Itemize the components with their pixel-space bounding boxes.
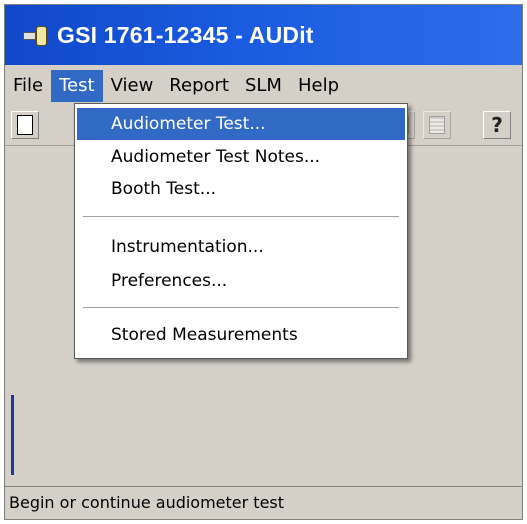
menu-item-audiometer-test-notes[interactable]: Audiometer Test Notes...: [77, 141, 405, 173]
menu-file[interactable]: File: [5, 70, 51, 102]
menu-separator: [83, 307, 399, 308]
menu-test[interactable]: Test: [51, 70, 103, 102]
new-file-button[interactable]: [11, 111, 39, 139]
window-title: GSI 1761-12345 - AUDit: [57, 21, 314, 48]
app-window: GSI 1761-12345 - AUDit File Test View Re…: [4, 4, 523, 520]
menu-separator: [83, 216, 399, 217]
status-text: Begin or continue audiometer test: [9, 493, 285, 512]
new-page-icon: [17, 115, 33, 135]
menu-item-stored-measurements[interactable]: Stored Measurements: [77, 319, 405, 351]
help-button[interactable]: ?: [483, 111, 511, 139]
question-mark-icon: ?: [491, 113, 503, 137]
status-bar: Begin or continue audiometer test: [5, 486, 522, 519]
menu-item-audiometer-test[interactable]: Audiometer Test...: [77, 108, 405, 140]
menu-item-booth-test[interactable]: Booth Test...: [77, 173, 405, 205]
grid-icon: [429, 116, 445, 134]
left-divider: [11, 395, 14, 475]
menu-item-preferences[interactable]: Preferences...: [77, 265, 405, 297]
menu-help[interactable]: Help: [290, 70, 347, 102]
toolbar-button-disabled-2[interactable]: [423, 111, 451, 139]
test-menu-dropdown: Audiometer Test... Audiometer Test Notes…: [74, 103, 408, 359]
menu-item-instrumentation[interactable]: Instrumentation...: [77, 231, 405, 263]
menu-report[interactable]: Report: [161, 70, 237, 102]
menu-slm[interactable]: SLM: [237, 70, 290, 102]
menu-view[interactable]: View: [103, 70, 162, 102]
menu-bar: File Test View Report SLM Help: [5, 67, 522, 105]
app-icon: [23, 21, 51, 49]
title-bar[interactable]: GSI 1761-12345 - AUDit: [5, 5, 522, 65]
